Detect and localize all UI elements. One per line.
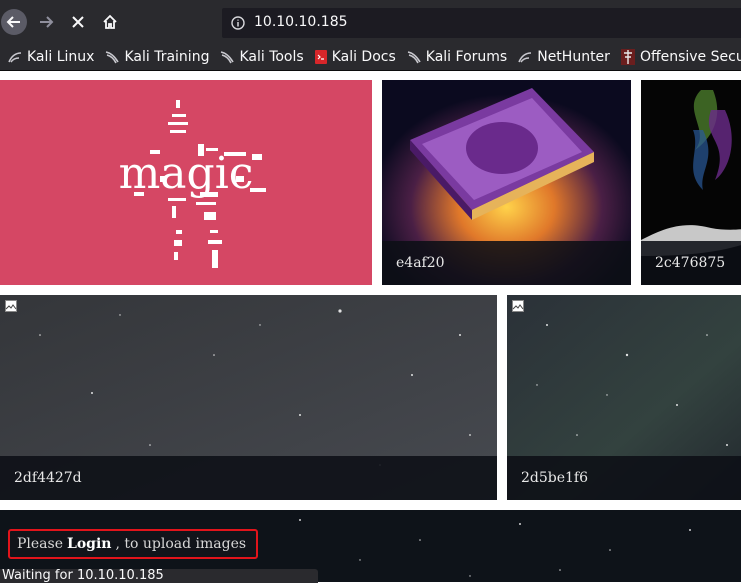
bookmark-label: Kali Docs xyxy=(331,49,396,65)
bookmark-label: Kali Linux xyxy=(27,49,95,65)
tile-caption: 2df4427d xyxy=(0,456,497,500)
bookmark-kali-linux[interactable]: Kali Linux xyxy=(8,49,94,65)
login-link[interactable]: Login xyxy=(67,536,111,552)
magic-logo-text: magic xyxy=(119,148,254,199)
gallery-tile-e4af20[interactable]: e4af20 xyxy=(382,80,631,285)
bookmark-label: Kali Tools xyxy=(239,49,304,65)
gallery-tile-2df4427d[interactable]: 2df4427d xyxy=(0,295,497,500)
login-notice: Please Login , to upload images xyxy=(8,529,258,559)
tile-caption-text: e4af20 xyxy=(396,255,445,271)
home-icon xyxy=(103,14,117,29)
kali-dragon-icon xyxy=(221,51,235,64)
bookmarks-toolbar: Kali Linux Kali Training Kali Tools Kali… xyxy=(0,44,741,71)
bookmark-label: NetHunter xyxy=(537,49,610,65)
bookmark-kali-tools[interactable]: Kali Tools xyxy=(220,49,304,65)
tile-caption-text: 2d5be1f6 xyxy=(521,470,589,486)
bookmark-label: Kali Training xyxy=(124,49,210,65)
kali-dragon-icon xyxy=(407,51,421,64)
info-icon[interactable] xyxy=(231,16,245,30)
tile-caption: e4af20 xyxy=(382,241,631,285)
tile-caption-text: 2df4427d xyxy=(14,470,82,486)
kali-dragon-icon xyxy=(8,52,22,63)
status-bar: Waiting for 10.10.10.185 xyxy=(0,569,318,583)
tile-caption: 2d5be1f6 xyxy=(507,456,741,500)
gallery-tile-2c476875[interactable]: 2c476875 xyxy=(641,80,741,285)
forward-button[interactable] xyxy=(33,9,59,35)
back-button[interactable] xyxy=(1,9,27,35)
notice-suffix: , to upload images xyxy=(115,536,247,552)
kali-docs-icon xyxy=(314,50,327,64)
gallery-tile-magic-logo[interactable]: magic xyxy=(0,80,372,285)
url-text: 10.10.10.185 xyxy=(254,14,348,30)
tile-caption: 2c476875 xyxy=(641,241,741,285)
bookmark-kali-forums[interactable]: Kali Forums xyxy=(407,49,507,65)
kali-dragon-icon xyxy=(106,51,120,64)
offsec-icon xyxy=(620,49,635,65)
broken-image-icon xyxy=(512,300,524,312)
address-bar[interactable]: 10.10.10.185 xyxy=(222,8,741,38)
nethunter-icon xyxy=(518,52,532,63)
bookmark-label: Kali Forums xyxy=(425,49,508,65)
close-icon xyxy=(72,16,84,28)
broken-image-icon xyxy=(5,300,17,312)
magic-logo-glitch-art: magic xyxy=(119,100,266,268)
home-button[interactable] xyxy=(97,9,123,35)
bookmark-nethunter[interactable]: NetHunter xyxy=(518,49,610,65)
tile-caption-text: 2c476875 xyxy=(655,255,726,271)
arrow-left-icon xyxy=(6,16,20,28)
gallery-tile-2d5be1f6[interactable]: 2d5be1f6 xyxy=(507,295,741,500)
bookmark-label: Offensive Security xyxy=(639,49,741,65)
bookmark-kali-training[interactable]: Kali Training xyxy=(105,49,209,65)
page-content: magic e4af20 2c476875 2df4427d 2d5be1f6 … xyxy=(0,71,741,582)
bookmark-offensive-security[interactable]: Offensive Security xyxy=(620,49,741,65)
stop-loading-button[interactable] xyxy=(65,9,91,35)
browser-toolbar: 10.10.10.185 xyxy=(0,0,741,44)
arrow-right-icon xyxy=(40,16,54,28)
bookmark-kali-docs[interactable]: Kali Docs xyxy=(314,49,396,65)
notice-prefix: Please xyxy=(17,536,63,552)
